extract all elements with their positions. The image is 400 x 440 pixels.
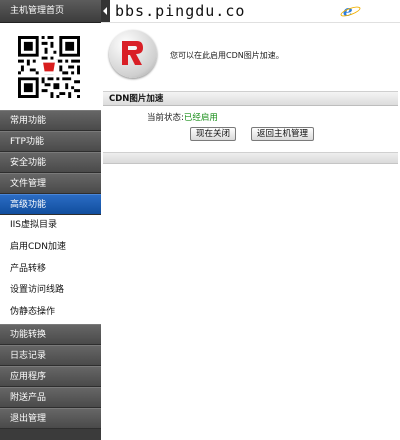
menu-ftp[interactable]: FTP功能: [0, 131, 101, 152]
menu-applications[interactable]: 应用程序: [0, 365, 101, 387]
intro-text: 您可以在此启用CDN图片加速。: [170, 51, 284, 60]
submenu-product-transfer[interactable]: 产品转移: [0, 258, 101, 281]
close-now-button[interactable]: 现在关闭: [190, 127, 237, 141]
section-footer-bar: [103, 152, 398, 164]
browser-icon: e: [343, 4, 357, 19]
submenu-rewrite[interactable]: 伪静态操作: [0, 302, 101, 324]
sidebar-home-link[interactable]: 主机管理首页: [0, 0, 101, 23]
collapse-sidebar-button[interactable]: [101, 0, 110, 22]
status-line: 当前状态:已经启用: [147, 111, 218, 123]
status-value: 已经启用: [183, 113, 218, 123]
submenu-iis-virtual-dir[interactable]: IIS虚拟目录: [0, 215, 101, 237]
back-to-host-button[interactable]: 返回主机管理: [251, 127, 315, 141]
menu-common[interactable]: 常用功能: [0, 110, 101, 131]
arrow-logo-icon: [122, 41, 143, 65]
sidebar: 主机管理首页 常用功能 FTP功能 安全功能 文件管理 高级功能 IIS虚拟目录…: [0, 0, 101, 440]
qr-panel: [0, 23, 101, 110]
submenu-enable-cdn[interactable]: 启用CDN加速: [0, 236, 101, 259]
menu-security[interactable]: 安全功能: [0, 152, 101, 173]
submenu-access-route[interactable]: 设置访问线路: [0, 280, 101, 303]
menu-file-manager[interactable]: 文件管理: [0, 173, 101, 194]
domain-title: bbs.pingdu.co: [115, 2, 246, 20]
cdn-logo-icon: [109, 30, 157, 78]
main-content: 您可以在此启用CDN图片加速。 CDN图片加速 当前状态:已经启用 现在关闭 返…: [101, 23, 400, 440]
sidebar-menu: 常用功能 FTP功能 安全功能 文件管理 高级功能 IIS虚拟目录 启用CDN加…: [0, 110, 101, 429]
menu-advanced[interactable]: 高级功能: [0, 194, 101, 215]
section-header: CDN图片加速: [103, 91, 398, 106]
menu-logs[interactable]: 日志记录: [0, 344, 101, 366]
top-bar: bbs.pingdu.co e: [101, 0, 400, 23]
qr-code-icon: [18, 36, 80, 98]
menu-logout[interactable]: 退出管理: [0, 407, 101, 429]
menu-bonus-products[interactable]: 附送产品: [0, 386, 101, 408]
advanced-submenu: IIS虚拟目录 启用CDN加速 产品转移 设置访问线路 伪静态操作: [0, 215, 101, 324]
menu-function-convert[interactable]: 功能转换: [0, 323, 101, 345]
status-label: 当前状态:: [147, 113, 184, 123]
